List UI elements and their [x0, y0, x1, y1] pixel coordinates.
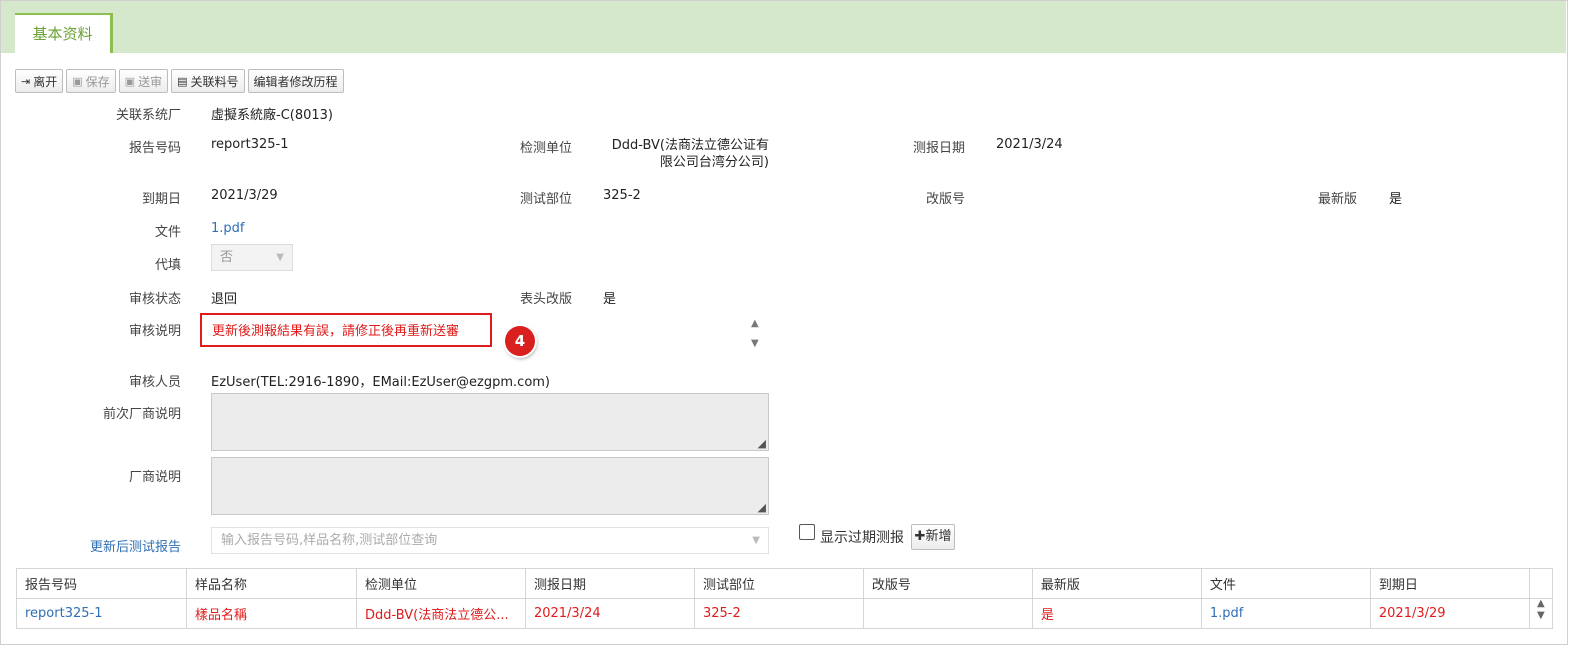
save-button[interactable]: ▣ 保存 — [66, 69, 116, 93]
proxy-label: 代填 — [154, 258, 181, 273]
save-icon: ▣ — [72, 74, 83, 88]
proxy-select-value: 否 — [220, 250, 234, 265]
proxy-select[interactable]: 否 ▼ — [211, 244, 293, 271]
expiry-label: 到期日 — [141, 192, 181, 207]
reviewer-value: EzUser(TEL:2916-1890，EMail:EzUser@ezgpm.… — [211, 375, 551, 390]
cell-test-part: 325-2 — [693, 598, 864, 629]
chevron-down-icon: ▼ — [276, 252, 284, 263]
test-unit-label: 检测单位 — [519, 141, 572, 156]
test-date-value: 2021/3/24 — [996, 137, 1063, 152]
cell-file[interactable]: 1.pdf — [1200, 598, 1371, 629]
review-note-label: 审核说明 — [128, 324, 181, 339]
col-test-unit[interactable]: 检测单位 — [355, 568, 526, 599]
exit-icon: ⇥ — [21, 74, 31, 88]
test-unit-value: Ddd-BV(法商法立德公证有限公司台湾分公司) — [600, 137, 769, 171]
tab-bar — [1, 1, 1566, 53]
report-search-input[interactable]: 输入报告号码,样品名称,测试部位查询 ▼ — [211, 527, 769, 554]
resize-grip-icon[interactable]: ◢ — [758, 437, 766, 450]
table-header-row: 报告号码 样品名称 检测单位 测报日期 测试部位 改版号 最新版 文件 到期日 — [16, 568, 1554, 599]
vendor-note-label: 厂商说明 — [128, 470, 181, 485]
cell-revision — [862, 598, 1033, 629]
test-unit-value-line1: Ddd-BV(法商法立德公证有 — [611, 138, 769, 153]
col-file[interactable]: 文件 — [1200, 568, 1371, 599]
cell-test-unit: Ddd-BV(法商法立德公... — [355, 598, 526, 629]
expiry-value: 2021/3/29 — [211, 188, 278, 203]
prev-vendor-note-textarea[interactable]: ◢ — [211, 393, 769, 451]
review-status-value: 退回 — [211, 292, 238, 307]
tab-basic-info[interactable]: 基本资料 — [15, 13, 113, 53]
table-row[interactable]: report325-1 樣品名稱 Ddd-BV(法商法立德公... 2021/3… — [16, 598, 1554, 629]
col-expiry[interactable]: 到期日 — [1369, 568, 1530, 599]
cell-latest: 是 — [1031, 598, 1202, 629]
report-table: 报告号码 样品名称 检测单位 测报日期 测试部位 改版号 最新版 文件 到期日 … — [16, 568, 1554, 629]
col-revision[interactable]: 改版号 — [862, 568, 1033, 599]
col-test-date[interactable]: 测报日期 — [524, 568, 695, 599]
review-note-value: 更新後測報結果有誤，請修正後再重新送審 — [212, 324, 460, 339]
header-rev-value: 是 — [603, 292, 617, 307]
edit-history-button[interactable]: 编辑者修改历程 — [247, 69, 344, 93]
related-factory-value: 虛擬系統廠-C(8013) — [211, 108, 333, 123]
report-no-label: 报告号码 — [128, 141, 181, 156]
cell-report-no[interactable]: report325-1 — [16, 598, 187, 629]
related-factory-label: 关联系统厂 — [115, 108, 181, 123]
file-link[interactable]: 1.pdf — [211, 221, 244, 236]
test-date-label: 测报日期 — [912, 141, 965, 156]
file-label: 文件 — [154, 225, 181, 240]
submit-button[interactable]: ▣ 送审 — [118, 69, 169, 93]
prev-vendor-note-label: 前次厂商说明 — [102, 407, 181, 422]
scroll-up-icon[interactable]: ▲ — [751, 318, 759, 329]
toolbar: ⇥ 离开 ▣ 保存 ▣ 送审 ▤ 关联料号 编辑者修改历程 — [15, 69, 344, 93]
resize-grip-icon[interactable]: ◢ — [758, 501, 766, 514]
leave-label: 离开 — [33, 74, 58, 89]
col-report-no[interactable]: 报告号码 — [16, 568, 187, 599]
review-status-label: 审核状态 — [128, 292, 181, 307]
edit-history-label: 编辑者修改历程 — [253, 74, 338, 89]
related-no-label: 关联料号 — [190, 74, 239, 89]
report-no-value: report325-1 — [211, 137, 289, 152]
reviewer-label: 审核人员 — [128, 375, 181, 390]
save-label: 保存 — [85, 74, 110, 89]
add-button[interactable]: ✚新增 — [911, 524, 955, 550]
submit-icon: ▣ — [124, 74, 136, 88]
chevron-down-icon: ▼ — [752, 535, 760, 546]
search-placeholder: 输入报告号码,样品名称,测试部位查询 — [221, 533, 438, 548]
test-part-label: 测试部位 — [519, 192, 572, 207]
document-icon: ▤ — [177, 74, 188, 88]
grid-scroll-arrows[interactable]: ▲ ▼ — [1537, 598, 1545, 622]
submit-label: 送审 — [138, 74, 163, 89]
vendor-note-textarea[interactable]: ◢ — [211, 457, 769, 515]
latest-label: 最新版 — [1317, 192, 1357, 207]
revision-label: 改版号 — [925, 192, 965, 207]
updated-report-label: 更新后测试报告 — [89, 540, 181, 555]
show-expired-checkbox[interactable] — [799, 524, 815, 540]
latest-value: 是 — [1389, 192, 1403, 207]
cell-test-date: 2021/3/24 — [524, 598, 695, 629]
header-rev-label: 表头改版 — [519, 292, 572, 307]
col-latest[interactable]: 最新版 — [1031, 568, 1202, 599]
leave-button[interactable]: ⇥ 离开 — [15, 69, 64, 93]
step-badge: 4 — [505, 326, 535, 356]
cell-sample-name: 樣品名稱 — [185, 598, 357, 629]
col-test-part[interactable]: 测试部位 — [693, 568, 864, 599]
scroll-down-icon[interactable]: ▼ — [751, 338, 759, 349]
test-part-value: 325-2 — [603, 188, 641, 203]
related-no-button[interactable]: ▤ 关联料号 — [171, 69, 245, 93]
col-spacer — [1528, 568, 1554, 599]
cell-expiry: 2021/3/29 — [1369, 598, 1530, 629]
test-unit-value-line2: 限公司台湾分公司) — [659, 155, 769, 170]
col-sample-name[interactable]: 样品名称 — [185, 568, 357, 599]
show-expired-label: 显示过期测报 — [820, 530, 904, 546]
